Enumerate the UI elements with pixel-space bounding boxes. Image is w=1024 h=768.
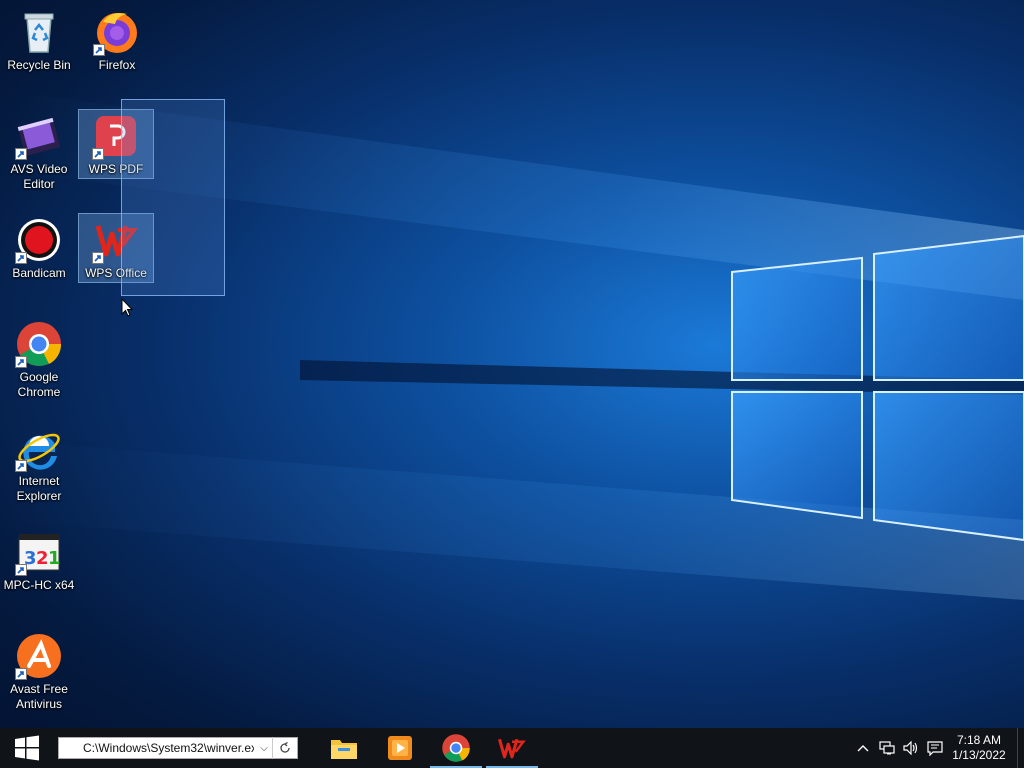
clock-time: 7:18 AM <box>956 733 1002 747</box>
mouse-cursor-icon <box>121 298 133 317</box>
taskbar-wps-office[interactable] <box>484 728 540 768</box>
icon-label: Recycle Bin <box>7 58 71 72</box>
shortcut-arrow-icon <box>93 44 105 56</box>
run-address-box[interactable]: ⌵ <box>58 737 298 759</box>
show-desktop-button[interactable] <box>1017 728 1024 768</box>
chrome-icon <box>15 320 63 368</box>
internet-explorer-icon <box>15 424 63 472</box>
firefox-icon <box>93 8 141 56</box>
shortcut-arrow-icon <box>15 252 27 264</box>
icon-label: Bandicam <box>12 266 66 280</box>
desktop-icon-bandicam[interactable]: Bandicam <box>1 214 77 288</box>
avast-icon <box>15 632 63 680</box>
desktop-icon-internet-explorer[interactable]: Internet Explorer <box>1 422 77 503</box>
network-icon[interactable] <box>875 728 899 768</box>
selection-rectangle <box>121 99 225 296</box>
desktop-icon-mpc-hc-x64[interactable]: 321 MPC-HC x64 <box>1 526 77 600</box>
mpc-hc-icon: 321 <box>15 528 63 576</box>
windows-start-icon <box>15 735 39 761</box>
shortcut-arrow-icon <box>92 148 104 160</box>
wps-office-icon <box>497 738 526 759</box>
svg-text:2: 2 <box>36 548 49 569</box>
desktop-icon-firefox[interactable]: Firefox <box>79 6 155 80</box>
shortcut-arrow-icon <box>15 148 27 160</box>
media-player-icon <box>388 736 412 760</box>
icon-label: Internet Explorer <box>16 474 62 503</box>
clock-date: 1/13/2022 <box>952 748 1006 762</box>
icon-label: Avast Free Antivirus <box>10 682 68 711</box>
shortcut-arrow-icon <box>15 460 27 472</box>
volume-icon[interactable] <box>899 728 923 768</box>
chrome-icon <box>442 734 470 762</box>
run-command-input[interactable] <box>59 738 256 758</box>
avs-video-editor-icon <box>15 112 63 160</box>
chevron-up-icon[interactable] <box>851 728 875 768</box>
taskbar-clock[interactable]: 7:18 AM 1/13/2022 <box>947 733 1011 763</box>
taskbar-media-player[interactable] <box>372 728 428 768</box>
shortcut-arrow-icon <box>15 564 27 576</box>
system-tray: 7:18 AM 1/13/2022 <box>851 728 1024 768</box>
desktop-icon-recycle-bin[interactable]: Recycle Bin <box>1 6 77 80</box>
taskbar: ⌵ 7:18 AM 1/13/2022 <box>0 728 1024 768</box>
desktop-icon-avast-free-antivirus[interactable]: Avast Free Antivirus <box>1 630 77 711</box>
refresh-icon[interactable] <box>272 737 297 759</box>
desktop-icon-avs-video-editor[interactable]: AVS Video Editor <box>1 110 77 191</box>
shortcut-arrow-icon <box>92 252 104 264</box>
taskbar-file-explorer[interactable] <box>316 728 372 768</box>
recycle-bin-icon <box>15 8 63 56</box>
notification-icon[interactable] <box>923 728 947 768</box>
file-explorer-icon <box>331 740 357 759</box>
start-button[interactable] <box>0 728 54 768</box>
shortcut-arrow-icon <box>15 668 27 680</box>
shortcut-arrow-icon <box>15 356 27 368</box>
chevron-down-icon[interactable]: ⌵ <box>256 743 272 754</box>
svg-text:1: 1 <box>48 548 61 569</box>
icon-label: AVS Video Editor <box>10 162 68 191</box>
icon-label: MPC-HC x64 <box>3 578 75 592</box>
bandicam-icon <box>15 216 63 264</box>
taskbar-chrome[interactable] <box>428 728 484 768</box>
icon-label: Firefox <box>98 58 136 72</box>
desktop-icon-google-chrome[interactable]: Google Chrome <box>1 318 77 399</box>
icon-label: Google Chrome <box>17 370 61 399</box>
